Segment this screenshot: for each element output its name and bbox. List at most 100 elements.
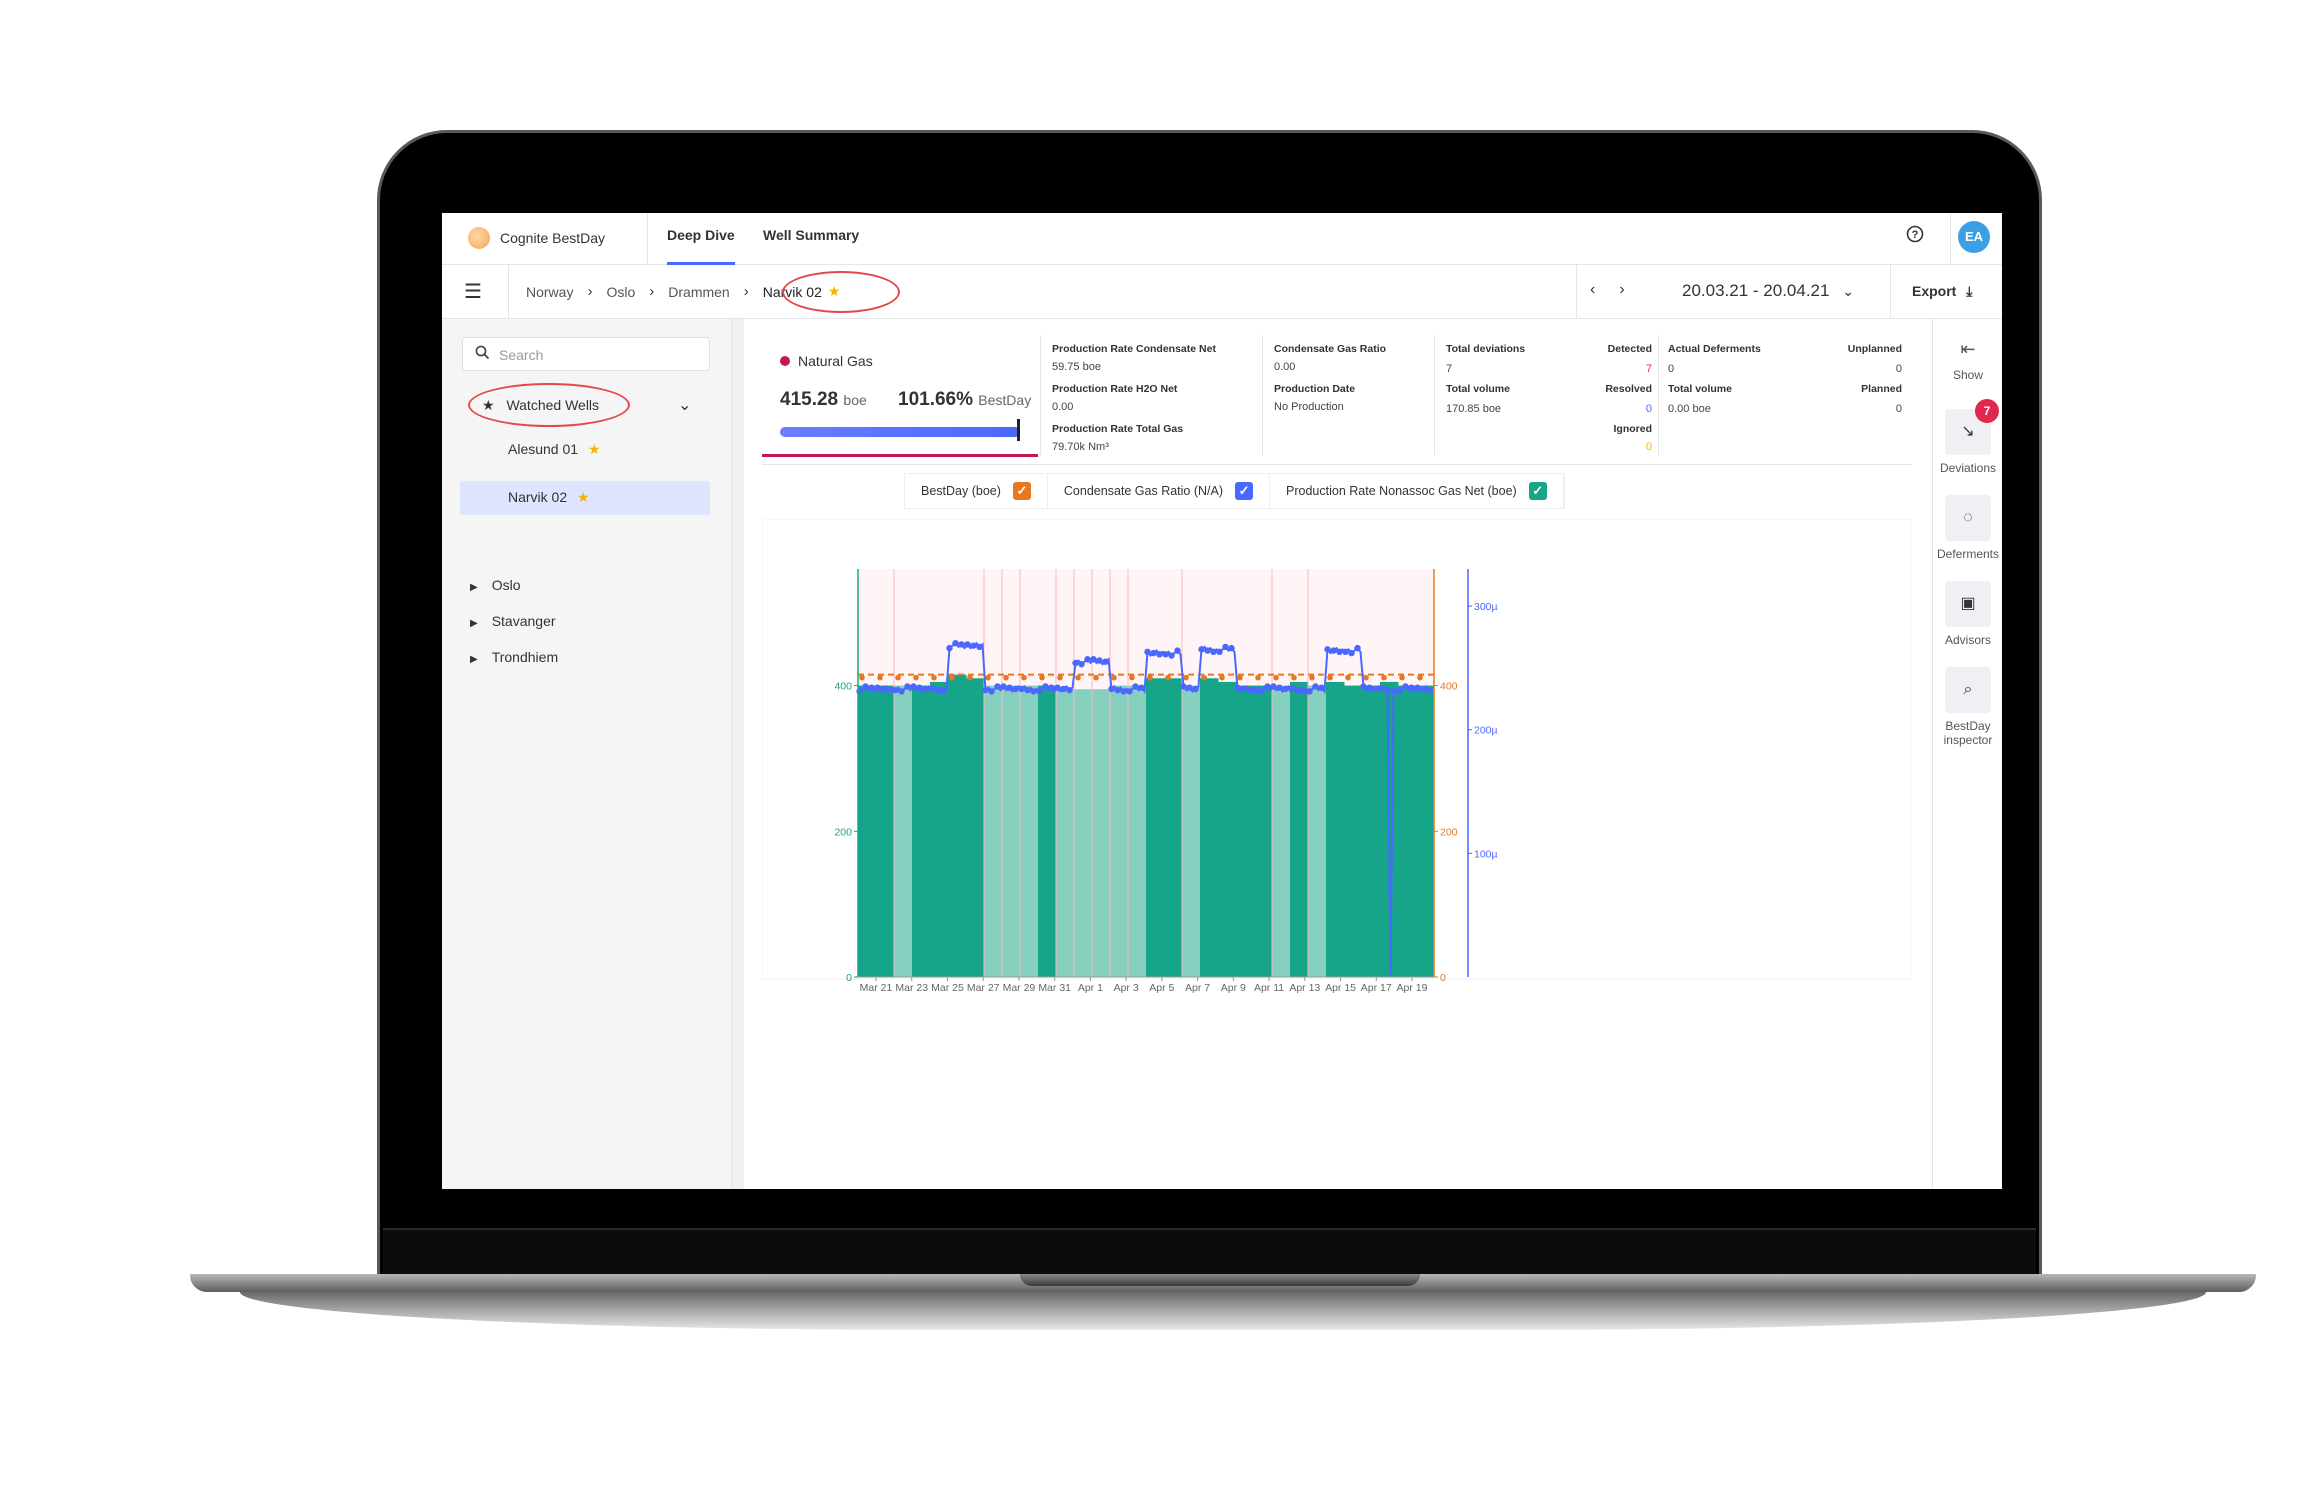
y-tick-label-left: 200 bbox=[834, 826, 852, 838]
bar bbox=[1146, 678, 1165, 977]
tab-well-summary[interactable]: Well Summary bbox=[763, 227, 859, 265]
breadcrumb-oslo[interactable]: Oslo bbox=[606, 284, 635, 300]
product-card[interactable]: Natural Gas 415.28 boe 101.66% BestDay bbox=[762, 335, 1038, 457]
ratio-point bbox=[898, 688, 905, 695]
ratio-point bbox=[1006, 684, 1013, 691]
deviations-title: Total deviations bbox=[1446, 343, 1526, 355]
breadcrumb-norway[interactable]: Norway bbox=[526, 284, 573, 300]
ratio-point bbox=[1276, 684, 1283, 691]
deferments-button[interactable]: ◌ Deferments bbox=[1933, 495, 2002, 561]
ratio-point bbox=[1372, 685, 1379, 693]
x-tick-label: Apr 3 bbox=[1114, 982, 1139, 994]
ratio-point bbox=[1000, 683, 1007, 690]
summary-panel: Natural Gas 415.28 boe 101.66% BestDay P… bbox=[762, 335, 1912, 465]
ratio-point bbox=[868, 684, 875, 691]
bestday-point bbox=[1237, 674, 1243, 681]
avatar[interactable]: EA bbox=[1958, 221, 1990, 253]
breadcrumb-bar: ☰ Norway › Oslo › Drammen › Narvik 02 ★ … bbox=[442, 265, 2002, 319]
ratio-point bbox=[1426, 686, 1433, 694]
bestday-point bbox=[985, 674, 991, 681]
bestday-point bbox=[1111, 674, 1117, 681]
bestday-point bbox=[1255, 674, 1261, 681]
scrollbar[interactable] bbox=[732, 319, 744, 1189]
x-tick-label: Apr 7 bbox=[1185, 982, 1210, 994]
metric-label: Production Rate H2O Net bbox=[1052, 383, 1178, 395]
tab-deep-dive[interactable]: Deep Dive bbox=[667, 227, 735, 265]
breadcrumb-drammen[interactable]: Drammen bbox=[668, 284, 729, 300]
divider bbox=[1262, 335, 1263, 455]
brand[interactable]: Cognite BestDay bbox=[468, 227, 605, 249]
advisors-button[interactable]: ▣ Advisors bbox=[1933, 581, 2002, 647]
deviations-button[interactable]: ↘ 7 Deviations bbox=[1933, 399, 2002, 475]
x-tick-label: Apr 9 bbox=[1221, 982, 1246, 994]
deviation-icon: ↘ 7 bbox=[1945, 399, 1999, 455]
inspector-button[interactable]: ⌕ BestDay inspector bbox=[1933, 667, 2002, 747]
ignored-label: Ignored bbox=[1613, 423, 1653, 435]
chevron-down-icon[interactable]: ⌄ bbox=[678, 395, 691, 415]
bar bbox=[1056, 689, 1075, 977]
bestday-point bbox=[1003, 674, 1009, 681]
help-icon[interactable]: ? bbox=[1902, 225, 1928, 251]
tree-item-stavanger[interactable]: ▶ Stavanger bbox=[470, 613, 556, 629]
ratio-point bbox=[1132, 683, 1139, 690]
ratio-point bbox=[1294, 686, 1301, 694]
ratio-point bbox=[1168, 652, 1175, 659]
y-tick-label-blue: 100µ bbox=[1474, 848, 1498, 860]
date-range-value: 20.03.21 - 20.04.21 bbox=[1682, 281, 1830, 300]
ratio-point bbox=[994, 683, 1001, 690]
ratio-point bbox=[1024, 686, 1031, 694]
production-chart[interactable]: 0 0200 200400 400100µ200µ300µMar 21 Mar 23 Ma… bbox=[762, 519, 1912, 1179]
ratio-point bbox=[1408, 684, 1415, 691]
bar bbox=[1362, 685, 1381, 977]
y-tick-label-right: 200 bbox=[1440, 826, 1458, 838]
bestday-point bbox=[1417, 674, 1423, 681]
date-nav: ‹ › bbox=[1590, 281, 1625, 299]
checkbox-checked-icon[interactable]: ✓ bbox=[1235, 482, 1254, 500]
ratio-point bbox=[1030, 688, 1037, 695]
ratio-point bbox=[1354, 644, 1361, 652]
ratio-point bbox=[1390, 688, 1397, 695]
menu-icon[interactable]: ☰ bbox=[464, 279, 482, 304]
ratio-point bbox=[1246, 686, 1253, 694]
tree-item-oslo[interactable]: ▶ Oslo bbox=[470, 577, 521, 593]
legend-item-condensate[interactable]: Condensate Gas Ratio (N/A) ✓ bbox=[1048, 473, 1271, 509]
well-label: Narvik 02 bbox=[508, 489, 568, 505]
bar bbox=[948, 674, 967, 977]
legend-item-gas-net[interactable]: Production Rate Nonassoc Gas Net (boe) ✓ bbox=[1270, 473, 1564, 509]
y-tick-label-left: 400 bbox=[834, 681, 852, 693]
divider bbox=[1040, 335, 1041, 455]
divider bbox=[508, 265, 509, 319]
bestday-point bbox=[1201, 674, 1207, 681]
legend-item-bestday[interactable]: BestDay (boe) ✓ bbox=[905, 473, 1048, 509]
well-item-narvik[interactable]: Narvik 02 ★ bbox=[508, 489, 590, 506]
bestday-point bbox=[931, 674, 937, 681]
chevron-right-icon[interactable]: › bbox=[1619, 281, 1624, 299]
ratio-point bbox=[1036, 688, 1043, 695]
inspector-icon: ⌕ bbox=[1945, 667, 1991, 713]
tree-item-trondhiem[interactable]: ▶ Trondhiem bbox=[470, 649, 558, 665]
export-label: Export bbox=[1912, 283, 1957, 299]
metrics-column-2: Condensate Gas Ratio 0.00 Production Dat… bbox=[1274, 343, 1386, 423]
export-button[interactable]: Export ⤓ bbox=[1912, 283, 1972, 300]
checkbox-checked-icon[interactable]: ✓ bbox=[1528, 482, 1547, 500]
bestday-point bbox=[1093, 674, 1099, 681]
search-input[interactable]: Search bbox=[462, 337, 710, 371]
ratio-point bbox=[928, 685, 935, 693]
bestday-point bbox=[949, 674, 955, 681]
bestday-point bbox=[1057, 674, 1063, 681]
star-icon[interactable]: ★ bbox=[577, 489, 590, 505]
checkbox-checked-icon[interactable]: ✓ bbox=[1012, 482, 1031, 500]
date-range-picker[interactable]: 20.03.21 - 20.04.21 ⌄ bbox=[1682, 281, 1854, 301]
chevron-left-icon[interactable]: ‹ bbox=[1590, 281, 1595, 299]
well-item-alesund[interactable]: Alesund 01 ★ bbox=[508, 441, 601, 458]
ratio-point bbox=[916, 684, 923, 691]
bestday-point bbox=[913, 674, 919, 681]
ratio-point bbox=[1258, 688, 1265, 695]
detected-value: 7 bbox=[1645, 363, 1652, 375]
star-icon[interactable]: ★ bbox=[588, 441, 601, 457]
bar bbox=[1218, 681, 1237, 977]
ratio-point bbox=[1138, 684, 1145, 691]
bestday-point bbox=[1291, 674, 1297, 681]
product-title: Natural Gas bbox=[780, 353, 873, 369]
show-button[interactable]: ⇤ Show bbox=[1933, 339, 2002, 382]
